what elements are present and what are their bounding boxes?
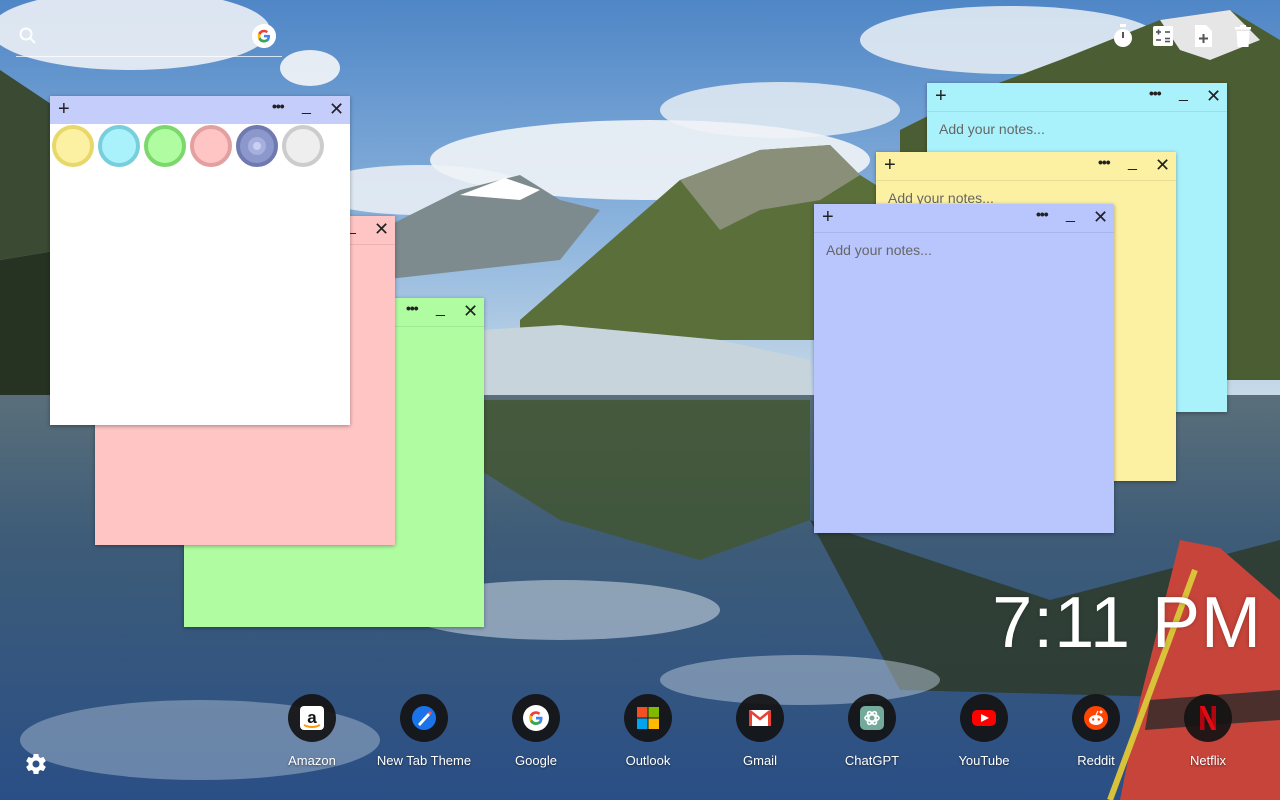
amazon-icon[interactable]: a bbox=[288, 694, 336, 742]
gmail-icon[interactable] bbox=[736, 694, 784, 742]
shortcut-label: YouTube bbox=[958, 753, 1010, 768]
shortcut-label: Outlook bbox=[625, 753, 671, 768]
color-swatch-blue-selected[interactable] bbox=[236, 125, 278, 167]
add-note-icon[interactable]: + bbox=[884, 155, 896, 175]
shortcut-netflix[interactable]: Netflix bbox=[1152, 694, 1264, 768]
timer-icon[interactable] bbox=[1112, 24, 1134, 48]
netflix-icon[interactable] bbox=[1184, 694, 1232, 742]
note-header[interactable]: + ••• _ ✕ bbox=[50, 96, 350, 124]
clock: 7:11 PM bbox=[992, 583, 1262, 663]
note-blue[interactable]: + ••• _ ✕ bbox=[814, 204, 1114, 533]
color-swatch-green[interactable] bbox=[144, 125, 186, 167]
shortcut-amazon[interactable]: a Amazon bbox=[256, 694, 368, 768]
shortcut-label: ChatGPT bbox=[844, 753, 900, 768]
selected-indicator bbox=[248, 137, 266, 155]
trash-icon[interactable] bbox=[1232, 24, 1254, 48]
search-input[interactable] bbox=[46, 24, 250, 52]
color-palette bbox=[50, 124, 326, 168]
shortcut-chatgpt[interactable]: ChatGPT bbox=[816, 694, 928, 768]
shortcut-label: Amazon bbox=[288, 753, 336, 768]
shortcut-label: New Tab Theme bbox=[376, 753, 472, 768]
chatgpt-icon[interactable] bbox=[848, 694, 896, 742]
shortcut-google[interactable]: Google bbox=[480, 694, 592, 768]
note-header[interactable]: + ••• _ ✕ bbox=[814, 204, 1114, 233]
minimize-icon[interactable]: _ bbox=[1128, 154, 1137, 172]
shortcut-label: Google bbox=[515, 753, 557, 768]
svg-text:a: a bbox=[307, 708, 317, 727]
close-icon[interactable]: ✕ bbox=[1155, 156, 1170, 174]
note-header[interactable]: + ••• _ ✕ bbox=[876, 152, 1176, 181]
more-options-icon[interactable]: ••• bbox=[406, 300, 419, 316]
color-swatch-cyan[interactable] bbox=[98, 125, 140, 167]
outlook-icon[interactable] bbox=[624, 694, 672, 742]
shortcut-gmail[interactable]: Gmail bbox=[704, 694, 816, 768]
more-options-icon[interactable]: ••• bbox=[1149, 85, 1162, 101]
search-icon[interactable] bbox=[18, 26, 38, 46]
note-color-picker[interactable]: + ••• _ ✕ bbox=[50, 96, 350, 425]
color-swatch-yellow[interactable] bbox=[52, 125, 94, 167]
add-note-icon[interactable]: + bbox=[822, 207, 834, 227]
gear-icon[interactable] bbox=[24, 752, 48, 776]
shortcut-reddit[interactable]: Reddit bbox=[1040, 694, 1152, 768]
add-note-icon[interactable]: + bbox=[935, 86, 947, 106]
google-icon[interactable] bbox=[252, 24, 276, 48]
shortcut-new-tab-theme[interactable]: New Tab Theme bbox=[368, 694, 480, 768]
close-icon[interactable]: ✕ bbox=[374, 220, 389, 238]
close-icon[interactable]: ✕ bbox=[329, 100, 344, 118]
close-icon[interactable]: ✕ bbox=[463, 302, 478, 320]
shortcut-label: Reddit bbox=[1077, 753, 1115, 768]
note-header[interactable]: + ••• _ ✕ bbox=[927, 83, 1227, 112]
shortcut-label: Gmail bbox=[743, 753, 777, 768]
minimize-icon[interactable]: _ bbox=[436, 300, 445, 318]
close-icon[interactable]: ✕ bbox=[1093, 208, 1108, 226]
shortcut-outlook[interactable]: Outlook bbox=[592, 694, 704, 768]
more-options-icon[interactable]: ••• bbox=[1098, 154, 1111, 170]
youtube-icon[interactable] bbox=[960, 694, 1008, 742]
minimize-icon[interactable]: _ bbox=[1179, 85, 1188, 103]
more-options-icon[interactable]: ••• bbox=[1036, 206, 1049, 222]
add-note-icon[interactable]: + bbox=[58, 99, 70, 119]
close-icon[interactable]: ✕ bbox=[1206, 87, 1221, 105]
add-note-file-icon[interactable] bbox=[1192, 24, 1214, 48]
shortcut-youtube[interactable]: YouTube bbox=[928, 694, 1040, 768]
color-swatch-gray[interactable] bbox=[282, 125, 324, 167]
note-text-area[interactable] bbox=[824, 240, 1104, 523]
calculator-icon[interactable] bbox=[1152, 24, 1174, 48]
minimize-icon[interactable]: _ bbox=[302, 98, 311, 116]
top-toolbar bbox=[1112, 24, 1254, 48]
minimize-icon[interactable]: _ bbox=[1066, 206, 1075, 224]
shortcut-label: Netflix bbox=[1189, 753, 1227, 768]
google-icon[interactable] bbox=[512, 694, 560, 742]
color-swatch-pink[interactable] bbox=[190, 125, 232, 167]
new-tab-theme-icon[interactable] bbox=[400, 694, 448, 742]
more-options-icon[interactable]: ••• bbox=[272, 98, 285, 114]
reddit-icon[interactable] bbox=[1072, 694, 1120, 742]
search-bar[interactable] bbox=[16, 22, 282, 57]
